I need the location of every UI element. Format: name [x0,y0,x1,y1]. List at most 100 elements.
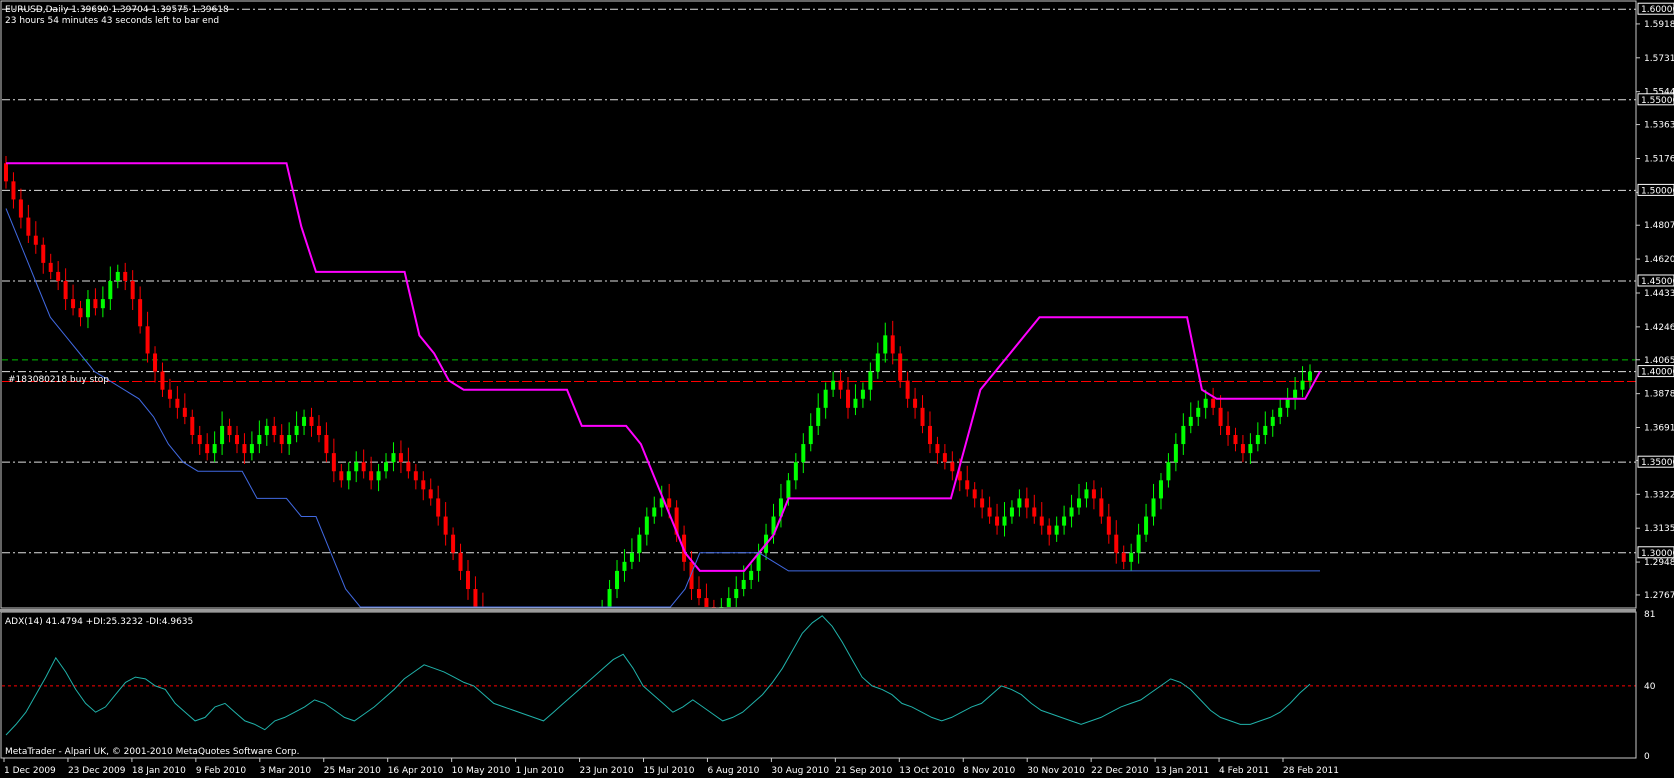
time-label: 23 Dec 2009 [68,766,126,776]
candle-body [1255,435,1260,445]
candle-body [1240,444,1245,454]
price-tick-label: 1.59188 [1644,20,1674,30]
price-tick-label: 1.48078 [1644,221,1674,231]
price-tick-label: 1.46208 [1644,255,1674,265]
candle-body [898,353,903,381]
chart-window[interactable]: 1.591881.573181.554481.536331.517631.498… [0,0,1674,778]
candle-body [950,462,955,472]
candle-body [905,380,910,399]
candle-body [1218,407,1223,426]
price-tick-label: 1.29488 [1644,558,1674,568]
candle-body [1091,489,1096,499]
candle-body [249,444,254,454]
level-label: 1.40000 [1641,368,1674,378]
candle-body [436,498,441,517]
price-tick-label: 1.44338 [1644,289,1674,299]
price-tick-label: 1.27673 [1644,591,1674,601]
candle-body [920,407,925,426]
candle-body [108,280,113,300]
candle-body [696,589,701,599]
time-label: 18 Jan 2010 [132,766,186,776]
adx-frame [0,611,1637,759]
candle-body [413,471,418,481]
candle-body [1188,416,1193,426]
candle-body [644,516,649,535]
bar-timer: 23 hours 54 minutes 43 seconds left to b… [5,16,220,26]
candle-body [175,398,180,408]
candle-body [316,425,321,436]
time-label: 10 May 2010 [452,766,511,776]
adx-indicator-area[interactable] [2,615,1636,736]
time-label: 3 Mar 2010 [260,766,312,776]
candle-body [48,262,53,272]
candle-body [33,235,38,245]
time-label: 16 Apr 2010 [388,766,444,776]
price-tick-label: 1.42468 [1644,323,1674,333]
time-label: 4 Feb 2011 [1219,766,1269,776]
candle-body [853,398,858,408]
candle-body [935,444,940,454]
candle-body [71,299,76,309]
time-label: 21 Sep 2010 [835,766,892,776]
candle-body [1002,516,1007,526]
candle-body [1106,516,1111,535]
candle-body [1121,552,1126,562]
level-label: 1.50000 [1641,186,1674,196]
candle-body [860,389,865,399]
candle-body [808,425,813,445]
candle-body [1211,398,1216,408]
candle-body [1196,407,1201,417]
candle-body [995,516,1000,526]
candle-body [287,435,292,445]
candle-body [816,407,821,426]
candle-body [1181,425,1186,445]
candle-body [473,589,478,607]
candle-body [1278,407,1283,417]
candle-body [391,453,396,463]
candle-body [4,163,8,182]
candle-body [130,280,135,300]
candle-body [182,407,187,417]
candle-body [734,589,739,599]
symbol-header: EURUSD,Daily 1.39690 1.39704 1.39575 1.3… [5,5,229,15]
candle-body [369,471,374,481]
candle-body [1293,389,1298,399]
time-label: 13 Oct 2010 [899,766,955,776]
candle-body [846,389,851,408]
adx-label: ADX(14) 41.4794 +DI:25.3232 -DI:4.9635 [5,617,194,627]
time-label: 1 Jun 2010 [516,766,565,776]
candle-body [868,371,873,390]
candle-body [786,480,791,499]
time-label: 30 Nov 2010 [1027,766,1085,776]
order-label[interactable]: #183080218 buy stop [8,375,109,385]
candle-body [138,299,143,327]
candle-body [823,389,828,408]
candle-body [331,453,336,472]
candle-body [801,444,806,463]
price-chart[interactable]: 1.591881.573181.554481.536331.517631.498… [0,0,1674,778]
candle-body [615,570,620,590]
candle-body [1039,516,1044,526]
donchian-upper-line [6,162,1321,572]
copyright-text: MetaTrader - Alpari UK, © 2001-2010 Meta… [5,747,300,757]
candle-body [1158,480,1163,499]
candle-body [1151,498,1156,517]
candle-body [376,471,381,481]
level-label: 1.45000 [1641,277,1674,287]
price-tick-label: 1.51763 [1644,154,1674,164]
pane-separator[interactable] [0,609,1636,612]
candle-body [115,271,120,281]
time-label: 22 Dec 2010 [1091,766,1149,776]
candle-body [1300,380,1305,390]
candle-body [100,299,105,309]
candle-body [1084,489,1089,499]
candle-body [153,353,158,372]
main-price-area[interactable] [2,8,1636,609]
candle-body [41,244,46,263]
candle-body [93,299,98,309]
candle-body [264,425,269,436]
candle-body [972,489,977,499]
candle-body [726,598,731,607]
candle-body [741,579,746,590]
candle-body [1009,507,1014,517]
